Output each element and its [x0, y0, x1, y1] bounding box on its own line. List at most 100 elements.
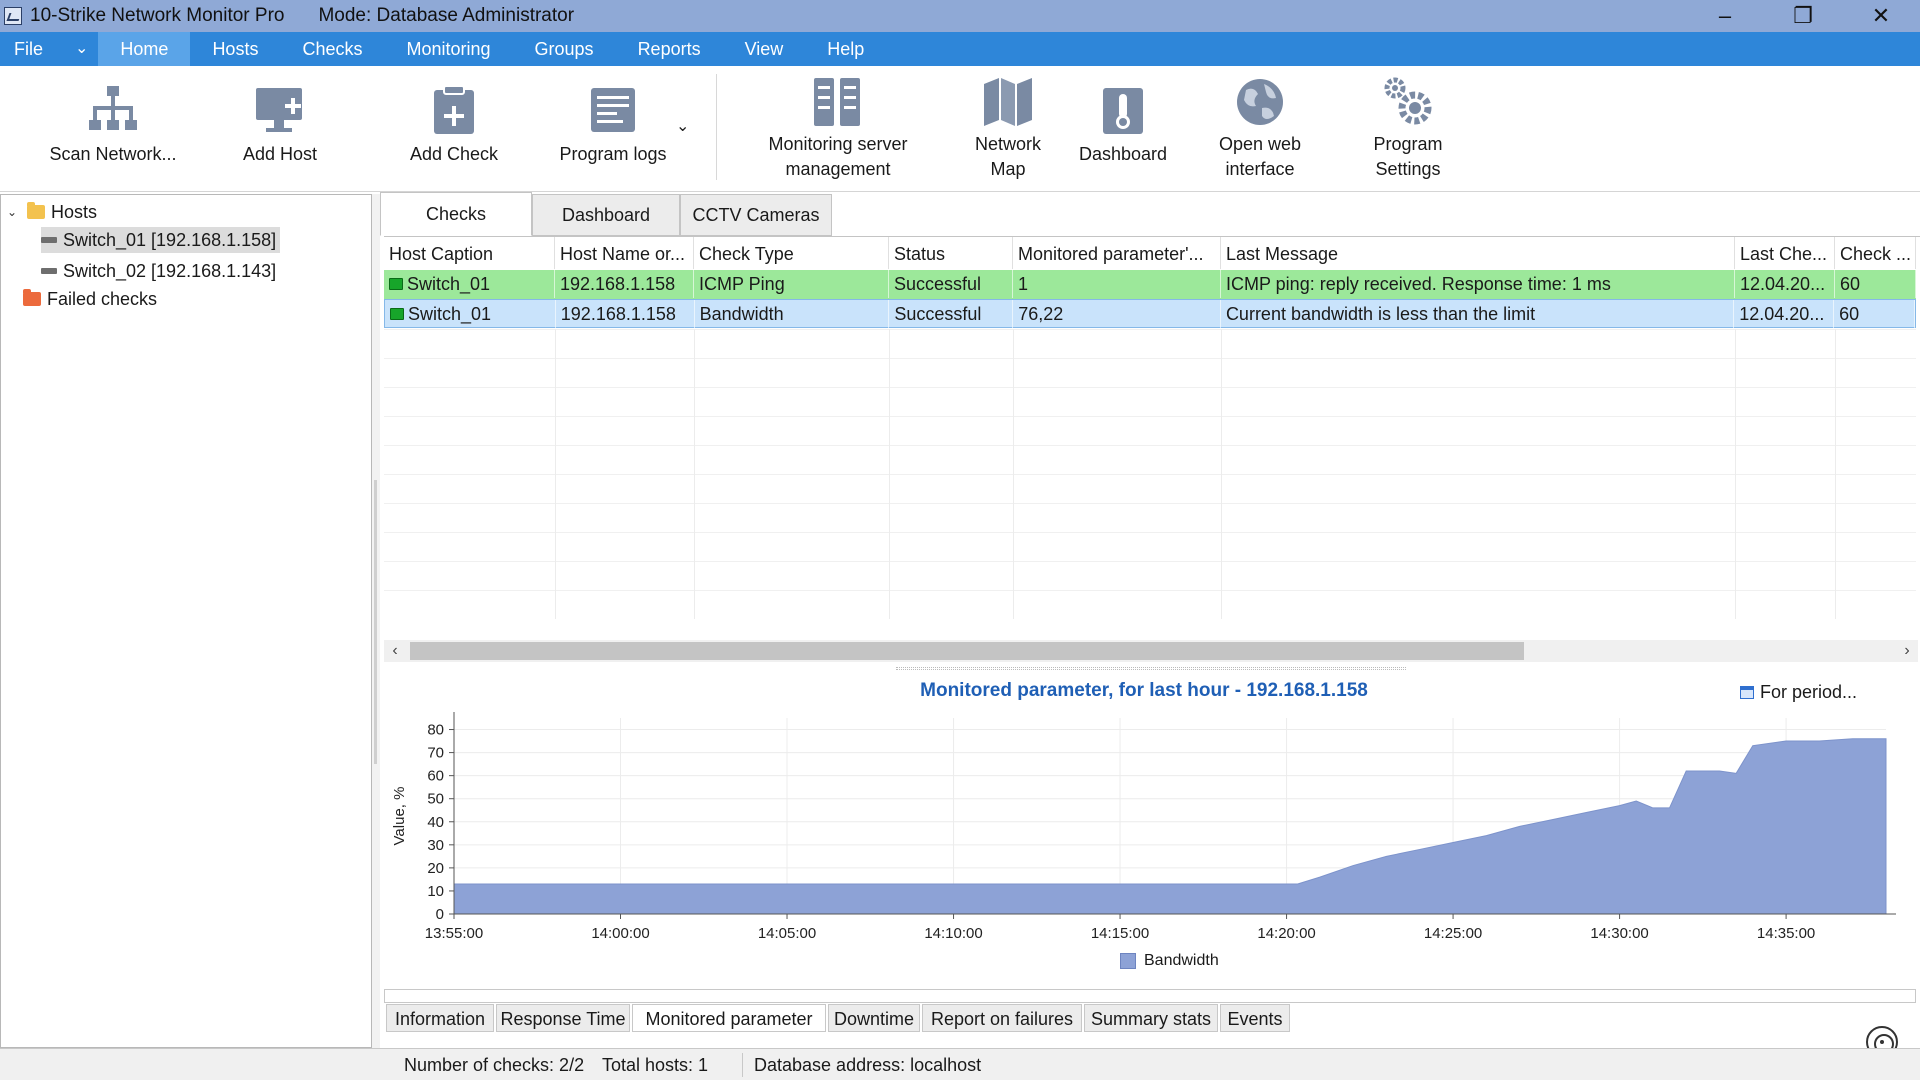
add-check-button[interactable]: Add Check — [394, 66, 514, 186]
program-logs-dropdown-icon[interactable]: ⌄ — [676, 116, 694, 135]
close-button[interactable]: ✕ — [1842, 0, 1920, 32]
cell-check-type: Bandwidth — [695, 300, 890, 328]
menu-groups[interactable]: Groups — [513, 32, 616, 66]
program-logs-button[interactable]: Program logs — [548, 66, 678, 186]
menu-checks[interactable]: Checks — [280, 32, 384, 66]
program-settings-button[interactable]: Program Settings — [1348, 66, 1468, 186]
chart-title: Monitored parameter, for last hour - 192… — [920, 680, 1368, 701]
open-web-interface-button[interactable]: Open web interface — [1200, 66, 1320, 186]
legend-swatch — [1120, 953, 1136, 969]
tab-information[interactable]: Information — [386, 1004, 494, 1032]
open-web-label-1: Open web — [1218, 134, 1302, 154]
program-logs-label: Program logs — [559, 144, 667, 164]
dashboard-label: Dashboard — [1078, 144, 1168, 164]
column-check-interval[interactable]: Check ... — [1835, 237, 1916, 269]
scrollbar-thumb[interactable] — [410, 642, 1524, 660]
grid-divider — [1735, 329, 1736, 619]
y-tick-label: 30 — [427, 837, 444, 854]
monitoring-server-label-2: management — [785, 159, 891, 179]
panel-divider — [384, 989, 1916, 1003]
tab-checks[interactable]: Checks — [380, 192, 532, 236]
tree-node-switch-01[interactable]: Switch_01 [192.168.1.158] — [41, 227, 281, 253]
grid-divider — [1221, 329, 1222, 619]
tab-monitored-parameter[interactable]: Monitored parameter — [632, 1004, 826, 1032]
thermometer-gauge-icon — [1095, 82, 1151, 138]
menu-hosts[interactable]: Hosts — [190, 32, 280, 66]
restore-button[interactable]: ❐ — [1764, 0, 1842, 32]
tab-response-time[interactable]: Response Time — [496, 1004, 630, 1032]
table-row[interactable]: Switch_01 192.168.1.158 ICMP Ping Succes… — [384, 270, 1916, 299]
network-topology-icon — [85, 82, 141, 138]
tab-events[interactable]: Events — [1220, 1004, 1290, 1032]
status-database-address: Database address: localhost — [754, 1055, 982, 1075]
column-last-check[interactable]: Last Che... — [1735, 237, 1835, 269]
menu-help[interactable]: Help — [805, 32, 886, 66]
tab-downtime[interactable]: Downtime — [828, 1004, 920, 1032]
ribbon-toolbar: Scan Network... Add Host Add Check Progr… — [0, 66, 1920, 192]
window-title: 10-Strike Network Monitor Pro — [30, 5, 285, 26]
tree-expand-icon[interactable]: ⌄ — [7, 205, 21, 219]
menu-home[interactable]: Home — [98, 32, 191, 66]
monitoring-server-button[interactable]: Monitoring server management — [748, 66, 928, 186]
cell-check-interval: 60 — [1835, 270, 1916, 298]
chart-resize-handle[interactable] — [896, 667, 1406, 670]
column-host-name[interactable]: Host Name or... — [555, 237, 694, 269]
menu-reports[interactable]: Reports — [616, 32, 723, 66]
table-row[interactable]: Switch_01 192.168.1.158 Bandwidth Succes… — [384, 299, 1916, 328]
x-tick-label: 13:55:00 — [425, 925, 483, 942]
status-separator — [742, 1053, 743, 1077]
column-last-message[interactable]: Last Message — [1221, 237, 1735, 269]
chart-legend: Bandwidth — [1120, 952, 1219, 970]
tree-node-switch-02[interactable]: Switch_02 [192.168.1.143] — [41, 258, 276, 284]
grid-horizontal-scrollbar[interactable]: ‹ › — [384, 640, 1918, 662]
menu-view[interactable]: View — [723, 32, 806, 66]
cell-status: Successful — [889, 270, 1013, 298]
cell-host-name: 192.168.1.158 — [556, 300, 695, 328]
network-map-label-1: Network — [974, 134, 1041, 154]
clipboard-add-icon — [426, 82, 482, 138]
minimize-button[interactable]: ‒ — [1686, 0, 1764, 32]
add-check-label: Add Check — [409, 144, 499, 164]
tree-node-hosts[interactable]: ⌄ Hosts — [7, 199, 97, 225]
status-checks-count: Number of checks: 2/2 — [404, 1055, 585, 1075]
y-tick-label: 70 — [427, 745, 444, 762]
quick-access-dropdown-icon[interactable]: ⌄ — [57, 32, 98, 66]
folded-map-icon — [980, 74, 1036, 130]
cell-last-check: 12.04.20... — [1734, 300, 1835, 328]
add-host-button[interactable]: Add Host — [220, 66, 340, 186]
bandwidth-area-series — [453, 738, 1887, 915]
for-period-label: For period... — [1760, 682, 1858, 702]
dashboard-button[interactable]: Dashboard — [1068, 66, 1178, 186]
tab-cctv-cameras[interactable]: CCTV Cameras — [680, 194, 832, 236]
scroll-right-icon[interactable]: › — [1896, 640, 1918, 662]
title-bar: 10-Strike Network Monitor Pro Mode: Data… — [0, 0, 1920, 32]
scan-network-button[interactable]: Scan Network... — [44, 66, 182, 186]
cell-host-caption: Switch_01 — [408, 304, 492, 324]
network-map-button[interactable]: Network Map — [958, 66, 1058, 186]
tab-report-on-failures[interactable]: Report on failures — [922, 1004, 1082, 1032]
x-tick-label: 14:00:00 — [591, 925, 649, 942]
menu-monitoring[interactable]: Monitoring — [384, 32, 512, 66]
window-controls: ‒ ❐ ✕ — [1686, 0, 1920, 32]
mode-label: Mode: Database Administrator — [318, 5, 575, 26]
status-bar: Number of checks: 2/2 Total hosts: 1 Dat… — [0, 1048, 1920, 1080]
scroll-left-icon[interactable]: ‹ — [384, 640, 406, 662]
x-tick-label: 14:20:00 — [1257, 925, 1315, 942]
grid-divider — [889, 329, 890, 619]
column-check-type[interactable]: Check Type — [694, 237, 889, 269]
y-axis-label: Value, % — [391, 787, 408, 846]
column-host-caption[interactable]: Host Caption — [384, 237, 555, 269]
menu-file[interactable]: File — [0, 32, 57, 66]
for-period-button[interactable]: For period... — [1740, 682, 1857, 703]
cell-monitored-parameter: 76,22 — [1013, 300, 1221, 328]
x-tick-label: 14:25:00 — [1424, 925, 1482, 942]
failed-folder-icon — [23, 289, 41, 306]
tree-node-failed-checks[interactable]: Failed checks — [23, 286, 157, 312]
tab-dashboard[interactable]: Dashboard — [532, 194, 680, 236]
cell-host-caption: Switch_01 — [407, 274, 491, 294]
splitter-grip[interactable] — [374, 480, 377, 764]
column-monitored-parameter[interactable]: Monitored parameter'... — [1013, 237, 1221, 269]
tab-summary-stats[interactable]: Summary stats — [1084, 1004, 1218, 1032]
server-rack-icon — [810, 74, 866, 130]
column-status[interactable]: Status — [889, 237, 1013, 269]
